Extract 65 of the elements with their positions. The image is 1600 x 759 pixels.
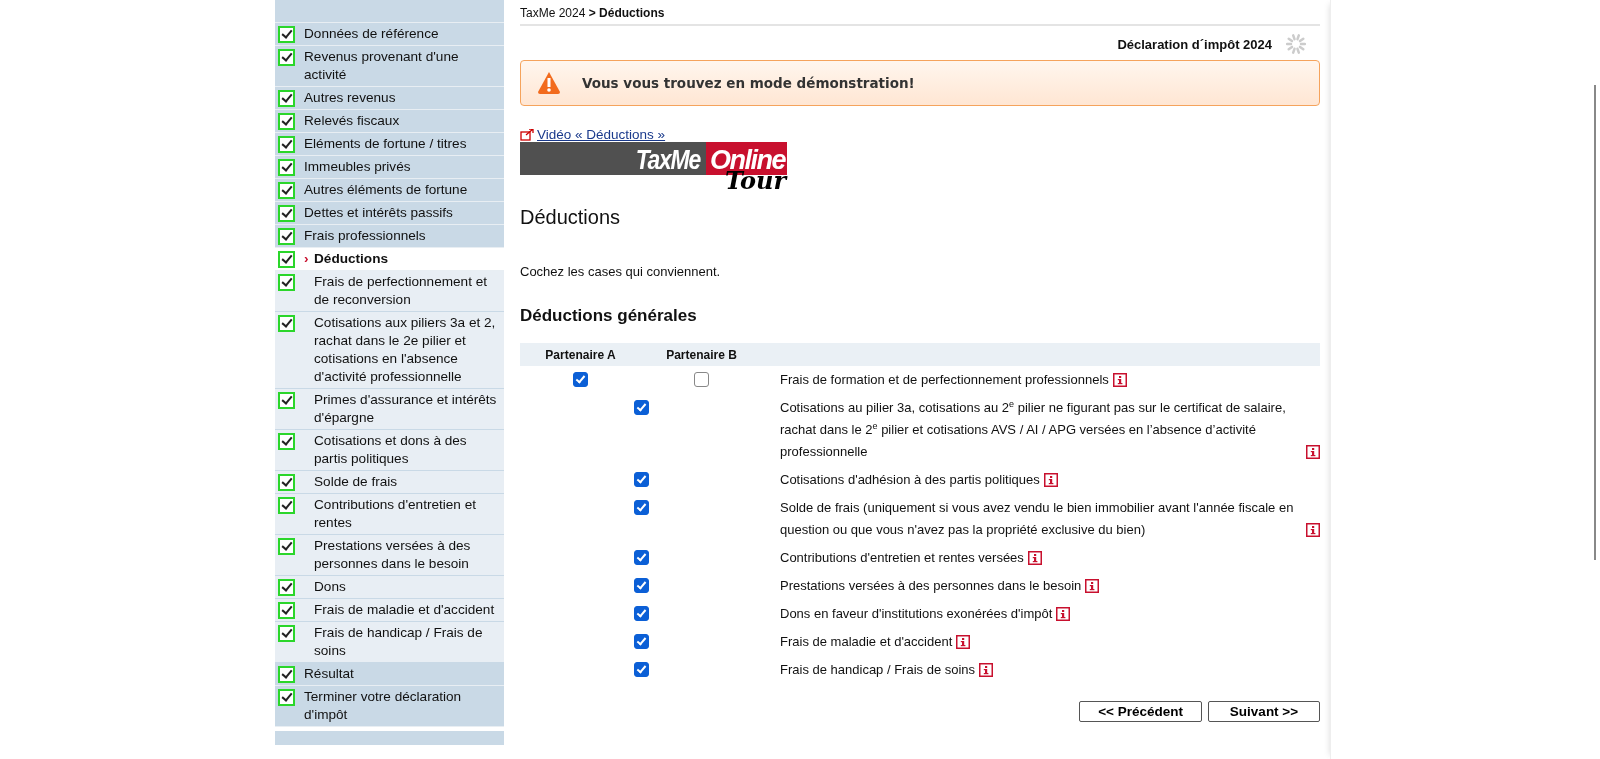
info-icon: [1043, 473, 1058, 487]
sidebar-item[interactable]: Cotisations et dons à des partis politiques: [275, 430, 504, 471]
breadcrumb: TaxMe 2024 > Déductions: [520, 0, 1320, 26]
checkbox[interactable]: [633, 500, 649, 515]
sidebar-item[interactable]: Eléments de fortune / titres: [275, 133, 504, 156]
deduction-label: Cotisations d'adhésion à des partis politiques: [780, 471, 1040, 489]
info-icon: [1112, 373, 1127, 387]
checkbox[interactable]: [694, 372, 709, 387]
sidebar-item[interactable]: Autres revenus: [275, 87, 504, 110]
sidebar-item[interactable]: Frais de handicap / Frais de soins: [275, 622, 504, 663]
deduction-label: Frais de formation et de perfectionnement professionnels: [780, 371, 1109, 389]
info-icon: [1027, 551, 1042, 565]
sidebar-item[interactable]: Relevés fiscaux: [275, 110, 504, 133]
sidebar-item[interactable]: Immeubles privés: [275, 156, 504, 179]
info-icon: [1056, 607, 1071, 621]
deduction-label: Dons en faveur d'institutions exonérées d'impôt: [780, 605, 1053, 623]
deduction-label: Frais de maladie et d'accident: [780, 633, 953, 651]
instruction-text: Cochez les cases qui conviennent.: [520, 264, 722, 279]
sidebar-item[interactable]: Primes d'assurance et intérêts d'épargne: [275, 389, 504, 430]
checkbox[interactable]: [633, 472, 649, 487]
sidebar-item[interactable]: Frais de perfectionnement et de reconversion: [275, 271, 504, 312]
sidebar-item[interactable]: Revenus provenant d'une activité: [275, 46, 504, 87]
sidebar-item[interactable]: Frais professionnels: [275, 225, 504, 248]
page-heading: Déductions: [520, 205, 622, 230]
sidebar-item[interactable]: Résultat: [275, 663, 504, 686]
info-icon: [1306, 523, 1320, 537]
checkbox[interactable]: [633, 606, 649, 621]
navigation-button[interactable]: Suivant >>: [1208, 701, 1320, 722]
deduction-label: Frais de handicap / Frais de soins: [780, 661, 976, 679]
sidebar-item[interactable]: Frais de maladie et d'accident: [275, 599, 504, 622]
video-link[interactable]: Vidéo « Déductions »: [537, 127, 666, 142]
sidebar-item[interactable]: Données de référence: [275, 23, 504, 46]
info-icon: [1085, 579, 1100, 593]
info-icon: [956, 635, 971, 649]
deduction-label: Cotisations au pilier 3a, cotisations au 2$^{e}$ pilier ne figurant pas sur le certificat de salaire, rachat dans le 2$^{e}$ pilier et cotisations AVS / AI / APG versées en l’absence d’activité professionnelle: [780, 397, 1287, 461]
info-icon: [1306, 445, 1320, 459]
deduction-label: Solde de frais (uniquement si vous avez vendu le bien immobilier avant l'année fiscale en question ou que vous n'avez pas la propriété exclusive du bien): [780, 499, 1295, 539]
checkbox[interactable]: [633, 550, 649, 565]
deduction-label: Prestations versées à des personnes dans le besoin: [780, 577, 1082, 595]
declaration-title: Déclaration d´impôt 2024: [1117, 36, 1272, 52]
checkbox[interactable]: [573, 372, 588, 387]
spinner-icon: [1286, 34, 1306, 54]
sidebar-item[interactable]: Solde de frais: [275, 471, 504, 494]
sidebar-item[interactable]: › Déductions: [275, 248, 504, 271]
scrollbar-thumb[interactable]: [1594, 85, 1596, 560]
sidebar-item[interactable]: Terminer votre déclaration d'impôt: [275, 686, 504, 727]
demo-alert: Vous vous trouvez en mode démonstration!: [520, 60, 1320, 106]
sidebar-item[interactable]: Contributions d'entretien et rentes: [275, 494, 504, 535]
checkbox[interactable]: [633, 662, 649, 677]
column-header: Partenaire B: [641, 343, 762, 366]
warning-icon: [537, 71, 561, 95]
sidebar-item[interactable]: Dettes et intérêts passifs: [275, 202, 504, 225]
sidebar-item[interactable]: Autres éléments de fortune: [275, 179, 504, 202]
checkbox[interactable]: [633, 400, 649, 415]
sidebar-item[interactable]: Cotisations aux piliers 3a et 2, rachat dans le 2e pilier et cotisations en l'absence d'activité professionnelle: [275, 312, 504, 389]
navigation-button[interactable]: << Précédent: [1079, 701, 1202, 722]
sidebar-item[interactable]: Prestations versées à des personnes dans le besoin: [275, 535, 504, 576]
external-link-icon: [520, 128, 534, 141]
section-title: Déductions générales: [520, 306, 698, 326]
checkbox[interactable]: [633, 578, 649, 593]
deduction-label: Contributions d'entretien et rentes versées: [780, 549, 1024, 567]
checkbox[interactable]: [633, 634, 649, 649]
column-header: Partenaire A: [520, 343, 641, 366]
info-icon: [979, 663, 994, 677]
sidebar-item[interactable]: Dons: [275, 576, 504, 599]
